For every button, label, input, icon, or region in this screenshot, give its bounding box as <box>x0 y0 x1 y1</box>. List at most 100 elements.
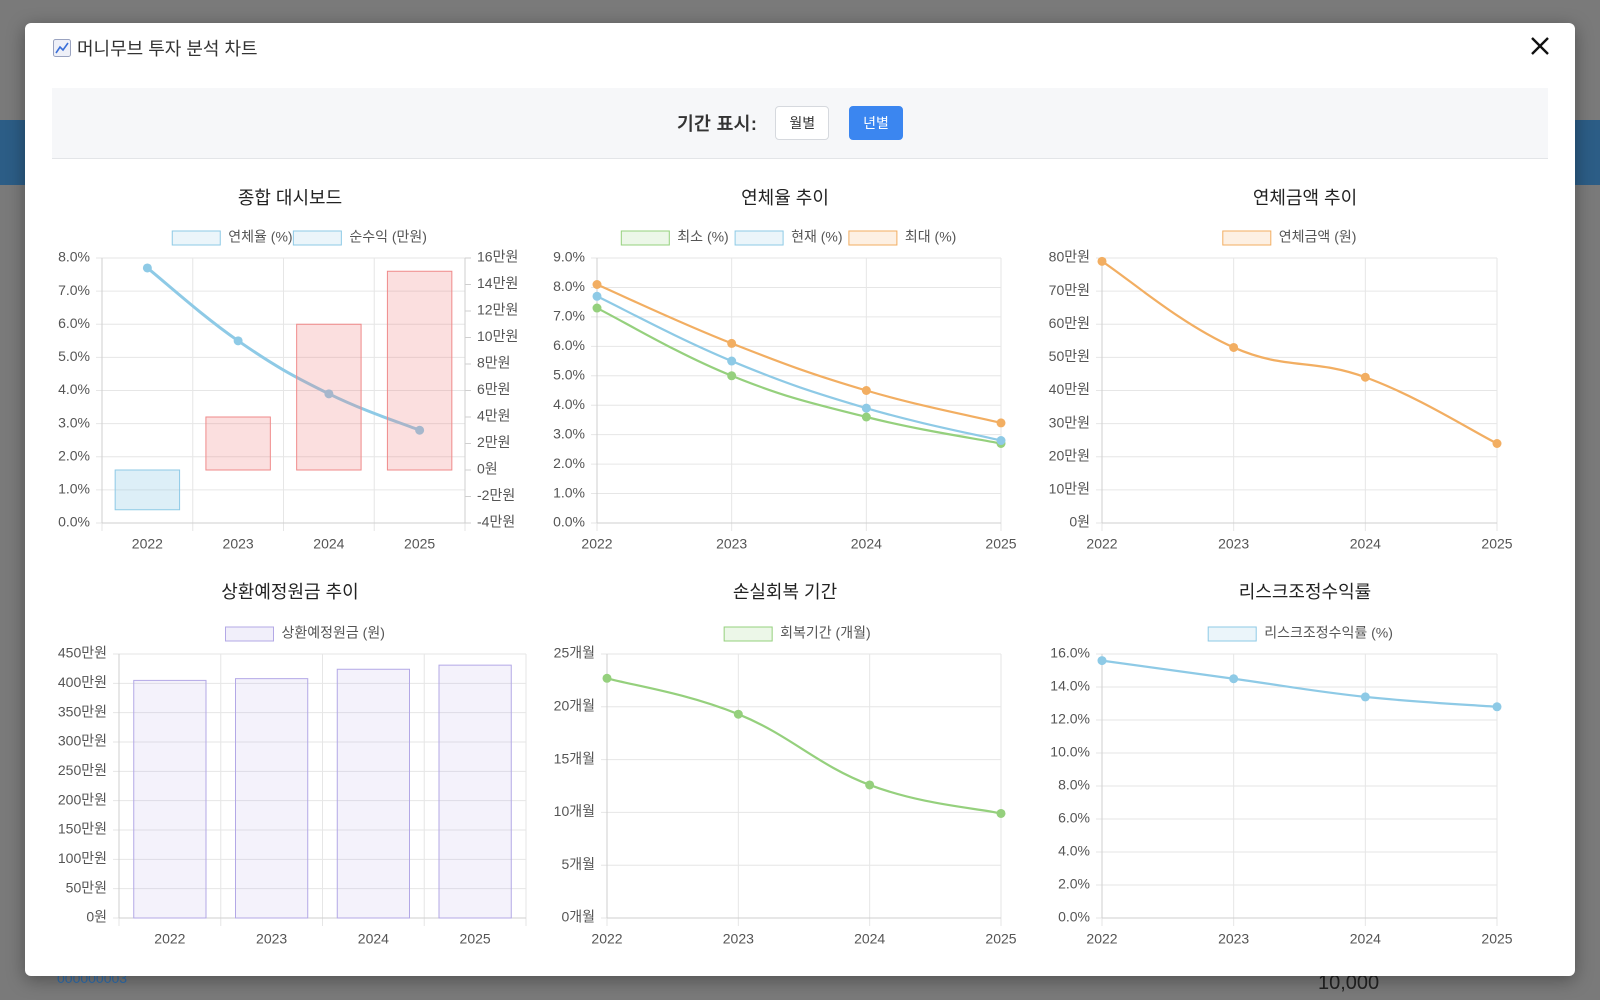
x-tick-label: 2024 <box>851 536 882 552</box>
legend-label: 순수익 (만원) <box>349 229 427 245</box>
y-tick-label: 10만원 <box>1049 481 1090 497</box>
y-tick-label: 2.0% <box>58 447 90 463</box>
legend-swatch <box>620 230 670 246</box>
x-tick-label: 2025 <box>404 536 435 552</box>
y-tick-label: 2.0% <box>553 455 585 471</box>
x-tick-label: 2022 <box>591 931 622 947</box>
y-tick-label: 1.0% <box>553 484 585 500</box>
y-tick-label: 1.0% <box>58 481 90 497</box>
y-tick-label: 15개월 <box>554 750 595 766</box>
y-tick-label: 150만원 <box>58 821 107 837</box>
y-tick-label: 100만원 <box>58 850 107 866</box>
data-point <box>865 780 875 790</box>
x-tick-label: 2024 <box>313 536 344 552</box>
data-point <box>1360 372 1370 382</box>
y-right-tick-label: 6만원 <box>477 381 511 397</box>
data-point <box>996 418 1006 428</box>
x-tick-label: 2025 <box>1481 536 1512 552</box>
data-point <box>602 673 612 683</box>
bar-mark <box>114 469 181 511</box>
y-tick-label: 0원 <box>1069 514 1090 530</box>
data-point <box>861 386 871 395</box>
x-tick-label: 2024 <box>854 931 885 947</box>
series-line <box>1101 659 1498 708</box>
y-tick-label: 8.0% <box>58 249 90 265</box>
x-tick-label: 2022 <box>132 536 163 552</box>
y-right-tick-label: 16만원 <box>477 249 518 265</box>
y-tick-label: 5.0% <box>553 366 585 382</box>
y-tick-label: 8.0% <box>553 278 585 294</box>
data-point <box>861 412 871 422</box>
y-tick-label: 0.0% <box>58 514 90 530</box>
series-line <box>1101 260 1498 445</box>
y-tick-label: 5.0% <box>58 348 90 364</box>
bar-mark <box>133 679 207 919</box>
x-tick-label: 2023 <box>223 536 254 552</box>
data-point <box>592 280 602 289</box>
legend-swatch <box>723 626 773 642</box>
legend-label: 상환예정원금 (원) <box>282 625 385 641</box>
y-right-tick-label: 14만원 <box>477 275 518 291</box>
y-right-tick-label: 0원 <box>477 461 498 477</box>
y-tick-label: 5개월 <box>561 856 595 872</box>
y-tick-label: 250만원 <box>58 762 107 778</box>
y-tick-label: 25개월 <box>554 645 595 661</box>
legend-label: 리스크조정수익률 (%) <box>1264 625 1393 641</box>
y-tick-label: 350만원 <box>58 703 107 719</box>
x-tick-label: 2022 <box>1086 931 1117 947</box>
data-point <box>592 291 602 301</box>
y-right-tick-label: 4만원 <box>477 408 511 424</box>
y-tick-label: 16.0% <box>1050 645 1090 661</box>
data-point <box>727 356 737 366</box>
legend-swatch <box>292 230 342 246</box>
y-tick-label: 0원 <box>86 909 107 925</box>
y-tick-label: 0.0% <box>1058 909 1090 925</box>
bar-mark <box>438 664 512 919</box>
y-tick-label: 450만원 <box>58 645 107 661</box>
bar-mark <box>235 678 309 919</box>
y-tick-label: 6.0% <box>58 315 90 331</box>
x-tick-label: 2023 <box>1218 536 1249 552</box>
y-right-tick-label: 8만원 <box>477 355 511 371</box>
legend-swatch <box>848 230 898 246</box>
data-point <box>996 808 1006 818</box>
series-line <box>606 677 1002 815</box>
y-tick-label: 200만원 <box>58 791 107 807</box>
chart-modal: 머니무브 투자 분석 차트 기간 표시: 월별 년별 종합 대시보드 연체율 추… <box>25 23 1575 976</box>
y-tick-label: 40만원 <box>1049 381 1090 397</box>
legend-label: 연체율 (%) <box>228 229 292 245</box>
legend-swatch <box>734 230 784 246</box>
data-point <box>1097 256 1107 266</box>
legend-swatch <box>1222 230 1272 246</box>
y-right-tick-label: 12만원 <box>477 302 518 318</box>
x-tick-label: 2024 <box>1350 536 1381 552</box>
x-tick-label: 2024 <box>358 931 389 947</box>
data-point <box>142 263 152 273</box>
data-point <box>1229 342 1239 352</box>
y-tick-label: 4.0% <box>1058 843 1090 859</box>
legend-label: 최대 (%) <box>905 229 956 245</box>
x-tick-label: 2022 <box>154 931 185 947</box>
legend-swatch <box>171 230 221 246</box>
y-tick-label: 10개월 <box>554 803 595 819</box>
data-point <box>592 303 602 313</box>
y-tick-label: 3.0% <box>58 414 90 430</box>
legend-swatch <box>225 626 274 642</box>
x-tick-label: 2025 <box>460 931 491 947</box>
data-point <box>1360 692 1370 702</box>
y-tick-label: 70만원 <box>1049 282 1090 298</box>
x-tick-label: 2022 <box>581 536 612 552</box>
data-point <box>1492 702 1502 712</box>
y-tick-label: 20만원 <box>1049 447 1090 463</box>
x-tick-label: 2023 <box>256 931 287 947</box>
y-tick-label: 50만원 <box>1049 348 1090 364</box>
legend-label: 현재 (%) <box>791 229 842 245</box>
y-tick-label: 30만원 <box>1049 414 1090 430</box>
data-point <box>1097 656 1107 666</box>
dashboard-chart: 0.0% 1.0% 2.0% 3.0% 4.0% 5.0% 6.0% 7.0% 8.0% 2022… <box>58 229 1513 947</box>
y-tick-label: 400만원 <box>58 674 107 690</box>
x-tick-label: 2023 <box>716 536 747 552</box>
y-tick-label: 10.0% <box>1050 744 1090 760</box>
x-tick-label: 2025 <box>1481 931 1512 947</box>
legend-label: 최소 (%) <box>677 229 728 245</box>
